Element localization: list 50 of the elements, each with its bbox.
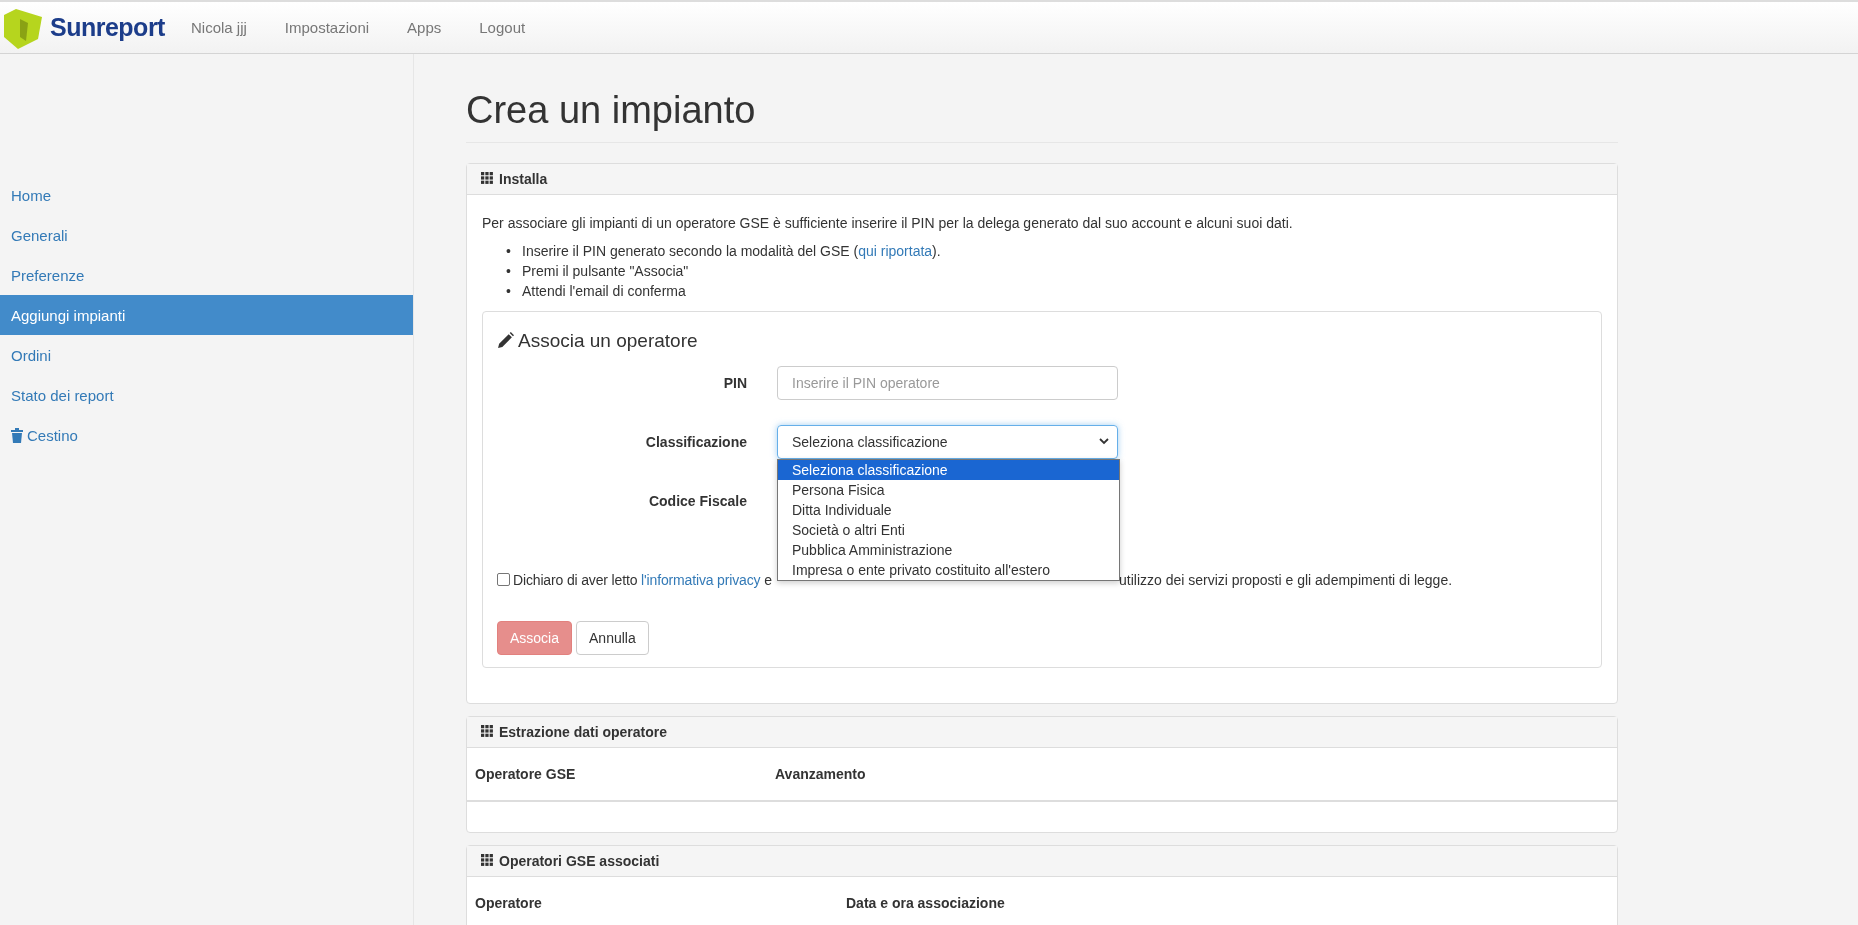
sidebar-item[interactable]: Generali	[0, 215, 413, 255]
sidebar-item[interactable]: Cestino	[0, 415, 413, 455]
step-item: Inserire il PIN generato secondo la modalità del GSE (qui riportata).	[522, 241, 941, 261]
trash-icon	[11, 427, 23, 443]
nav-link[interactable]: Logout	[460, 19, 545, 36]
column-header: Operatore	[475, 894, 543, 911]
sidebar-item[interactable]: Ordini	[0, 335, 413, 375]
caret-icon	[1099, 438, 1109, 446]
sidebar-item[interactable]: Stato dei report	[0, 375, 413, 415]
bullet-mark: •	[506, 241, 512, 261]
dropdown-option[interactable]: Ditta Individuale	[778, 499, 1119, 520]
panel-title: Installa	[499, 170, 548, 187]
consent-checkbox[interactable]	[497, 573, 510, 587]
sidebar-item[interactable]: Preferenze	[0, 255, 413, 295]
intro-text: Per associare gli impianti di un operatore GSE è sufficiente inserire il PIN per la delega generato dal suo account e alcuni suoi dati.	[482, 214, 1294, 231]
field-label: PIN	[722, 374, 747, 391]
nav-link[interactable]: Impostazioni	[265, 19, 389, 36]
pencil-icon	[497, 332, 514, 350]
brand-name[interactable]: Sunreport	[50, 13, 165, 42]
bullet-mark: •	[506, 261, 512, 281]
panel-title: Estrazione dati operatore	[499, 723, 668, 740]
bullet-mark: •	[506, 281, 512, 301]
column-header: Avanzamento	[775, 765, 867, 782]
panel-title: Operatori GSE associati	[499, 852, 660, 869]
sidebar-item[interactable]: Aggiungi impianti	[0, 295, 413, 335]
consent-text: Dichiaro di aver letto l'informativa privacy e	[513, 571, 772, 588]
nav-link[interactable]: Nicola jjj	[172, 19, 266, 36]
step-item: Premi il pulsante "Associa"	[522, 261, 689, 281]
consent-text: utilizzo dei servizi proposti e gli adempimenti di legge.	[1119, 571, 1454, 588]
grid-icon	[481, 725, 494, 739]
field-label: Classificazione	[644, 433, 747, 450]
form-title: Associa un operatore	[518, 329, 698, 352]
nav-link[interactable]: Apps	[388, 19, 461, 36]
field-label: Codice Fiscale	[647, 492, 747, 509]
dropdown-option[interactable]: Impresa o ente privato costituito all'estero	[778, 559, 1119, 580]
dropdown-option[interactable]: Seleziona classificazione	[778, 459, 1119, 480]
step-item: Attendi l'email di conferma	[522, 281, 686, 301]
dropdown-option[interactable]: Società o altri Enti	[778, 519, 1119, 540]
grid-icon	[481, 854, 494, 868]
dropdown-option[interactable]: Persona Fisica	[778, 479, 1119, 500]
page-title: Crea un impianto	[466, 54, 1618, 143]
column-header: Data e ora associazione	[846, 894, 1006, 911]
grid-icon	[481, 172, 494, 186]
dropdown-option[interactable]: Pubblica Amministrazione	[778, 539, 1119, 560]
column-header: Operatore GSE	[475, 765, 577, 782]
instructions-link[interactable]: qui riportata	[858, 242, 933, 259]
pin-field[interactable]: Inserire il PIN operatore	[777, 365, 1118, 400]
privacy-link[interactable]: l'informativa privacy	[641, 571, 761, 588]
sidebar-item[interactable]: Home	[0, 175, 413, 215]
cancel-button[interactable]: Annulla	[576, 620, 649, 655]
